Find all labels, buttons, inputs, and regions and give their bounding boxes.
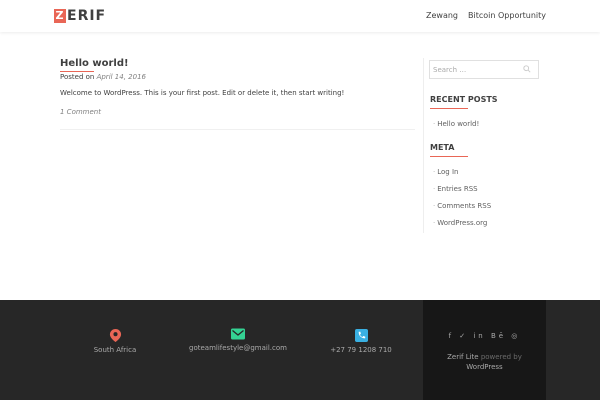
search-form bbox=[429, 60, 539, 79]
footer-email: goteamlifestyle@gmail.com bbox=[178, 328, 298, 352]
footer-phone: +27 79 1208 710 bbox=[316, 329, 406, 354]
envelope-icon bbox=[231, 328, 245, 340]
email-text[interactable]: goteamlifestyle@gmail.com bbox=[189, 344, 287, 352]
nav-item-zewang[interactable]: Zewang bbox=[426, 11, 458, 20]
search-input[interactable] bbox=[430, 61, 525, 78]
comments-link[interactable]: 1 Comment bbox=[60, 108, 101, 116]
phone-text[interactable]: +27 79 1208 710 bbox=[330, 346, 392, 354]
map-pin-icon bbox=[109, 329, 121, 342]
search-icon[interactable] bbox=[523, 65, 531, 73]
meta-item-comments-rss[interactable]: Comments RSS bbox=[433, 202, 491, 210]
post-content: Welcome to WordPress. This is your first… bbox=[60, 89, 345, 97]
meta-underline bbox=[430, 156, 468, 157]
credit-wordpress-link[interactable]: WordPress bbox=[466, 363, 502, 371]
post-date[interactable]: April 14, 2016 bbox=[97, 73, 146, 81]
social-icons[interactable]: f ✓ in Bē ◎ bbox=[423, 332, 546, 340]
meta-title: META bbox=[430, 143, 455, 152]
site-logo[interactable]: Z ERIF bbox=[54, 8, 106, 24]
meta-item-entries-rss[interactable]: Entries RSS bbox=[433, 185, 477, 193]
footer-address: South Africa bbox=[70, 329, 160, 354]
meta-item-log-in[interactable]: Log In bbox=[433, 168, 458, 176]
title-underline bbox=[60, 71, 94, 72]
nav-item-bitcoin-opportunity[interactable]: Bitcoin Opportunity bbox=[468, 11, 546, 20]
address-text: South Africa bbox=[93, 346, 137, 354]
posted-on-label: Posted on bbox=[60, 73, 97, 81]
credit-theme-name[interactable]: Zerif Lite bbox=[447, 353, 479, 361]
post-divider bbox=[60, 129, 415, 130]
recent-posts-title: RECENT POSTS bbox=[430, 95, 498, 104]
meta-item-wordpress-org[interactable]: WordPress.org bbox=[433, 219, 487, 227]
footer-credits-panel bbox=[423, 300, 546, 400]
post-title[interactable]: Hello world! bbox=[60, 58, 129, 69]
sidebar-separator bbox=[423, 58, 424, 233]
footer-credit: Zerif Lite powered by WordPress bbox=[423, 352, 546, 372]
logo-mark: Z bbox=[54, 9, 66, 23]
site-header: Z ERIF Zewang Bitcoin Opportunity bbox=[0, 0, 600, 32]
logo-text: ERIF bbox=[67, 8, 107, 24]
main-nav: Zewang Bitcoin Opportunity bbox=[426, 11, 546, 20]
recent-posts-underline bbox=[430, 108, 468, 109]
phone-icon bbox=[354, 329, 368, 342]
credit-powered-by: powered by bbox=[478, 353, 522, 361]
post-meta: Posted on April 14, 2016 bbox=[60, 73, 146, 81]
recent-post-item[interactable]: Hello world! bbox=[433, 120, 479, 128]
